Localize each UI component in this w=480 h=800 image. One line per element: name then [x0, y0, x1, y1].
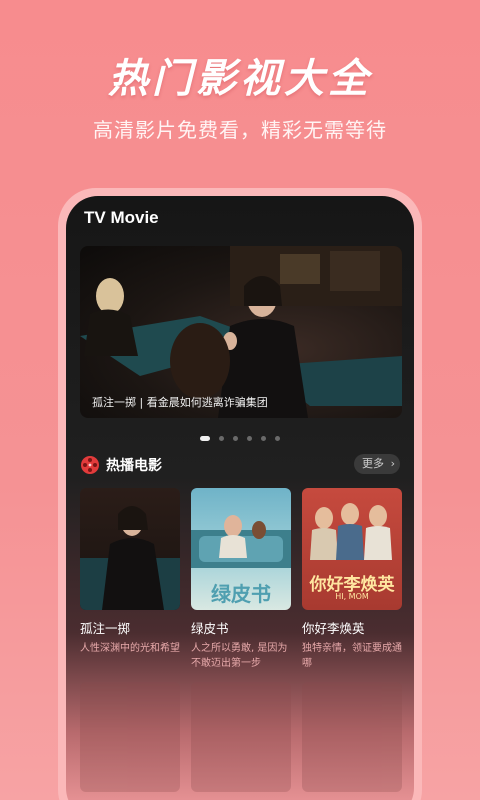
carousel-dot-active[interactable] — [199, 436, 210, 441]
movie-poster: 你好李焕英 HI, MOM — [302, 488, 402, 610]
more-button[interactable]: 更多 › — [354, 454, 400, 474]
movie-title: 绿皮书 — [191, 621, 229, 636]
carousel-dot[interactable] — [247, 436, 253, 441]
banner-image — [80, 246, 402, 418]
section-title: 热播电影 — [106, 458, 162, 474]
movie-card[interactable]: 绿皮书 绿皮书 人之所以勇敢, 是因为不敢迈出第一步 — [191, 488, 291, 671]
hot-movies-header: 热播电影 更多 › — [80, 454, 402, 476]
movie-title: 你好李焕英 — [302, 621, 365, 636]
more-button-label: 更多 — [362, 457, 384, 470]
phone-screen: TV Movie 孤注一掷 | 看金晨如何逃离诈骗集团 热播电影 更多 › 孤注… — [66, 196, 414, 800]
movie-poster — [80, 488, 180, 610]
banner-caption: 孤注一掷 | 看金晨如何逃离诈骗集团 — [92, 396, 268, 409]
carousel-dot[interactable] — [261, 436, 267, 441]
carousel-dot[interactable] — [275, 436, 281, 441]
movie-desc: 人之所以勇敢, 是因为不敢迈出第一步 — [191, 643, 288, 669]
chevron-right-icon: › — [390, 457, 395, 470]
app-title: TV Movie — [84, 208, 159, 227]
carousel-dot[interactable] — [218, 436, 224, 441]
movie-card[interactable]: 孤注一掷 人性深渊中的光和希望 — [80, 488, 180, 671]
movie-title: 孤注一掷 — [80, 621, 131, 636]
faded-next-row — [80, 682, 402, 800]
poster-title: 绿皮书 — [211, 582, 271, 606]
movie-desc: 独特亲情，领证要成通哪 — [302, 643, 402, 669]
promo-subline: 高清影片免费看，精彩无需等待 — [93, 118, 387, 142]
carousel-dot[interactable] — [232, 436, 238, 441]
movie-poster: 绿皮书 — [191, 488, 291, 610]
film-reel-icon — [81, 456, 99, 474]
poster-subtitle: HI, MOM — [335, 592, 369, 601]
carousel-indicator — [66, 426, 414, 445]
promo-headline: 热门影视大全 — [108, 56, 372, 102]
movie-card[interactable]: 你好李焕英 HI, MOM 你好李焕英 独特亲情，领证要成通哪 — [302, 488, 402, 671]
phone-frame: TV Movie 孤注一掷 | 看金晨如何逃离诈骗集团 热播电影 更多 › 孤注… — [58, 188, 422, 800]
movie-desc: 人性深渊中的光和希望 — [80, 643, 180, 654]
featured-banner[interactable]: 孤注一掷 | 看金晨如何逃离诈骗集团 — [80, 246, 402, 418]
